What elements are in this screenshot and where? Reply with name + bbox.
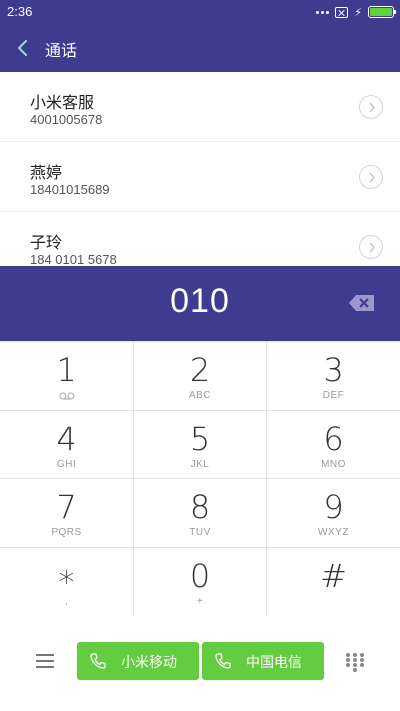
key-digit: 8	[189, 488, 211, 526]
key-8[interactable]: 8 TUV	[134, 479, 267, 548]
key-digit: 6	[323, 419, 344, 458]
contact-item[interactable]: 燕婷 18401015689	[0, 142, 400, 212]
contact-number: 18401015689	[30, 182, 110, 197]
dial-keypad: 1 2 ABC 3 DEF 4 GHI 5 JKL 6 MNO 7 PQRS 8…	[0, 341, 400, 616]
key-letters: +	[196, 595, 204, 607]
key-digit: #	[320, 556, 347, 595]
status-bar: 2:36 ⚡	[0, 0, 400, 24]
key-letters: GHI	[56, 458, 77, 470]
contact-name: 小米客服	[30, 93, 95, 112]
key-digit: ∗	[56, 556, 77, 595]
menu-icon[interactable]	[36, 654, 54, 668]
key-digit: 1	[56, 351, 77, 389]
key-digit: 0	[189, 556, 211, 595]
phone-icon	[90, 653, 106, 669]
contact-name: 燕婷	[30, 163, 63, 182]
chevron-right-icon	[369, 102, 375, 113]
key-6[interactable]: 6 MNO	[267, 410, 400, 479]
contact-number: 184 0101 5678	[30, 252, 117, 266]
contact-item[interactable]: 子玲 184 0101 5678	[0, 212, 400, 266]
call-sim2-label: 中国电信	[246, 654, 302, 670]
contact-detail-button[interactable]	[359, 165, 383, 189]
key-4[interactable]: 4 GHI	[0, 410, 134, 479]
key-letters: ABC	[188, 390, 212, 401]
page-title: 通话	[45, 41, 78, 60]
key-letters: MNO	[321, 458, 346, 470]
voicemail-icon	[59, 392, 75, 400]
key-9[interactable]: 9 WXYZ	[267, 479, 400, 548]
dialpad-icon[interactable]	[346, 653, 364, 673]
contact-suggestion-list[interactable]: 小米客服 4001005678 燕婷 18401015689 子玲 184 01…	[0, 72, 400, 266]
status-icons: ⚡	[316, 4, 396, 20]
key-letters: JKL	[190, 458, 210, 470]
app-header: 通话	[0, 24, 400, 72]
contact-detail-button[interactable]	[359, 235, 383, 259]
key-star[interactable]: ∗ ,	[0, 547, 134, 616]
contact-item[interactable]: 小米客服 4001005678	[0, 72, 400, 142]
key-digit: 5	[189, 419, 211, 458]
key-digit: 7	[56, 488, 77, 526]
key-hash[interactable]: #	[267, 547, 400, 616]
call-sim2-button[interactable]: 中国电信	[202, 642, 324, 680]
key-letters: DEF	[322, 390, 345, 401]
key-digit: 4	[56, 419, 77, 458]
no-sim-icon	[335, 6, 349, 18]
chevron-right-icon	[369, 242, 375, 253]
contact-number: 4001005678	[30, 112, 103, 127]
backspace-icon[interactable]	[348, 293, 376, 313]
call-sim1-button[interactable]: 小米移动	[77, 642, 199, 680]
status-time: 2:36	[7, 4, 33, 19]
key-letters: TUV	[189, 527, 211, 538]
more-notifications-icon	[316, 10, 330, 14]
key-3[interactable]: 3 DEF	[267, 342, 400, 411]
battery-icon	[368, 6, 396, 18]
key-digit: 2	[189, 351, 211, 389]
contact-name: 子玲	[30, 233, 63, 252]
key-1[interactable]: 1	[0, 342, 134, 411]
back-icon[interactable]	[14, 38, 34, 58]
dialer-action-bar: 小米移动 中国电信	[0, 615, 400, 711]
charging-icon: ⚡	[354, 5, 362, 19]
dialed-number[interactable]: 010	[0, 282, 400, 321]
key-7[interactable]: 7 PQRS	[0, 479, 134, 548]
call-sim1-label: 小米移动	[121, 654, 177, 670]
chevron-right-icon	[369, 172, 375, 183]
dialed-number-display: 010	[0, 266, 400, 341]
key-letters: PQRS	[51, 527, 82, 538]
key-digit: 3	[323, 351, 344, 389]
key-0[interactable]: 0 +	[134, 547, 267, 616]
key-digit: 9	[323, 488, 344, 526]
key-letters: WXYZ	[318, 527, 349, 538]
key-5[interactable]: 5 JKL	[134, 410, 267, 479]
phone-icon	[215, 653, 231, 669]
key-letters: ,	[64, 595, 69, 607]
contact-detail-button[interactable]	[359, 95, 383, 119]
key-2[interactable]: 2 ABC	[134, 342, 267, 411]
